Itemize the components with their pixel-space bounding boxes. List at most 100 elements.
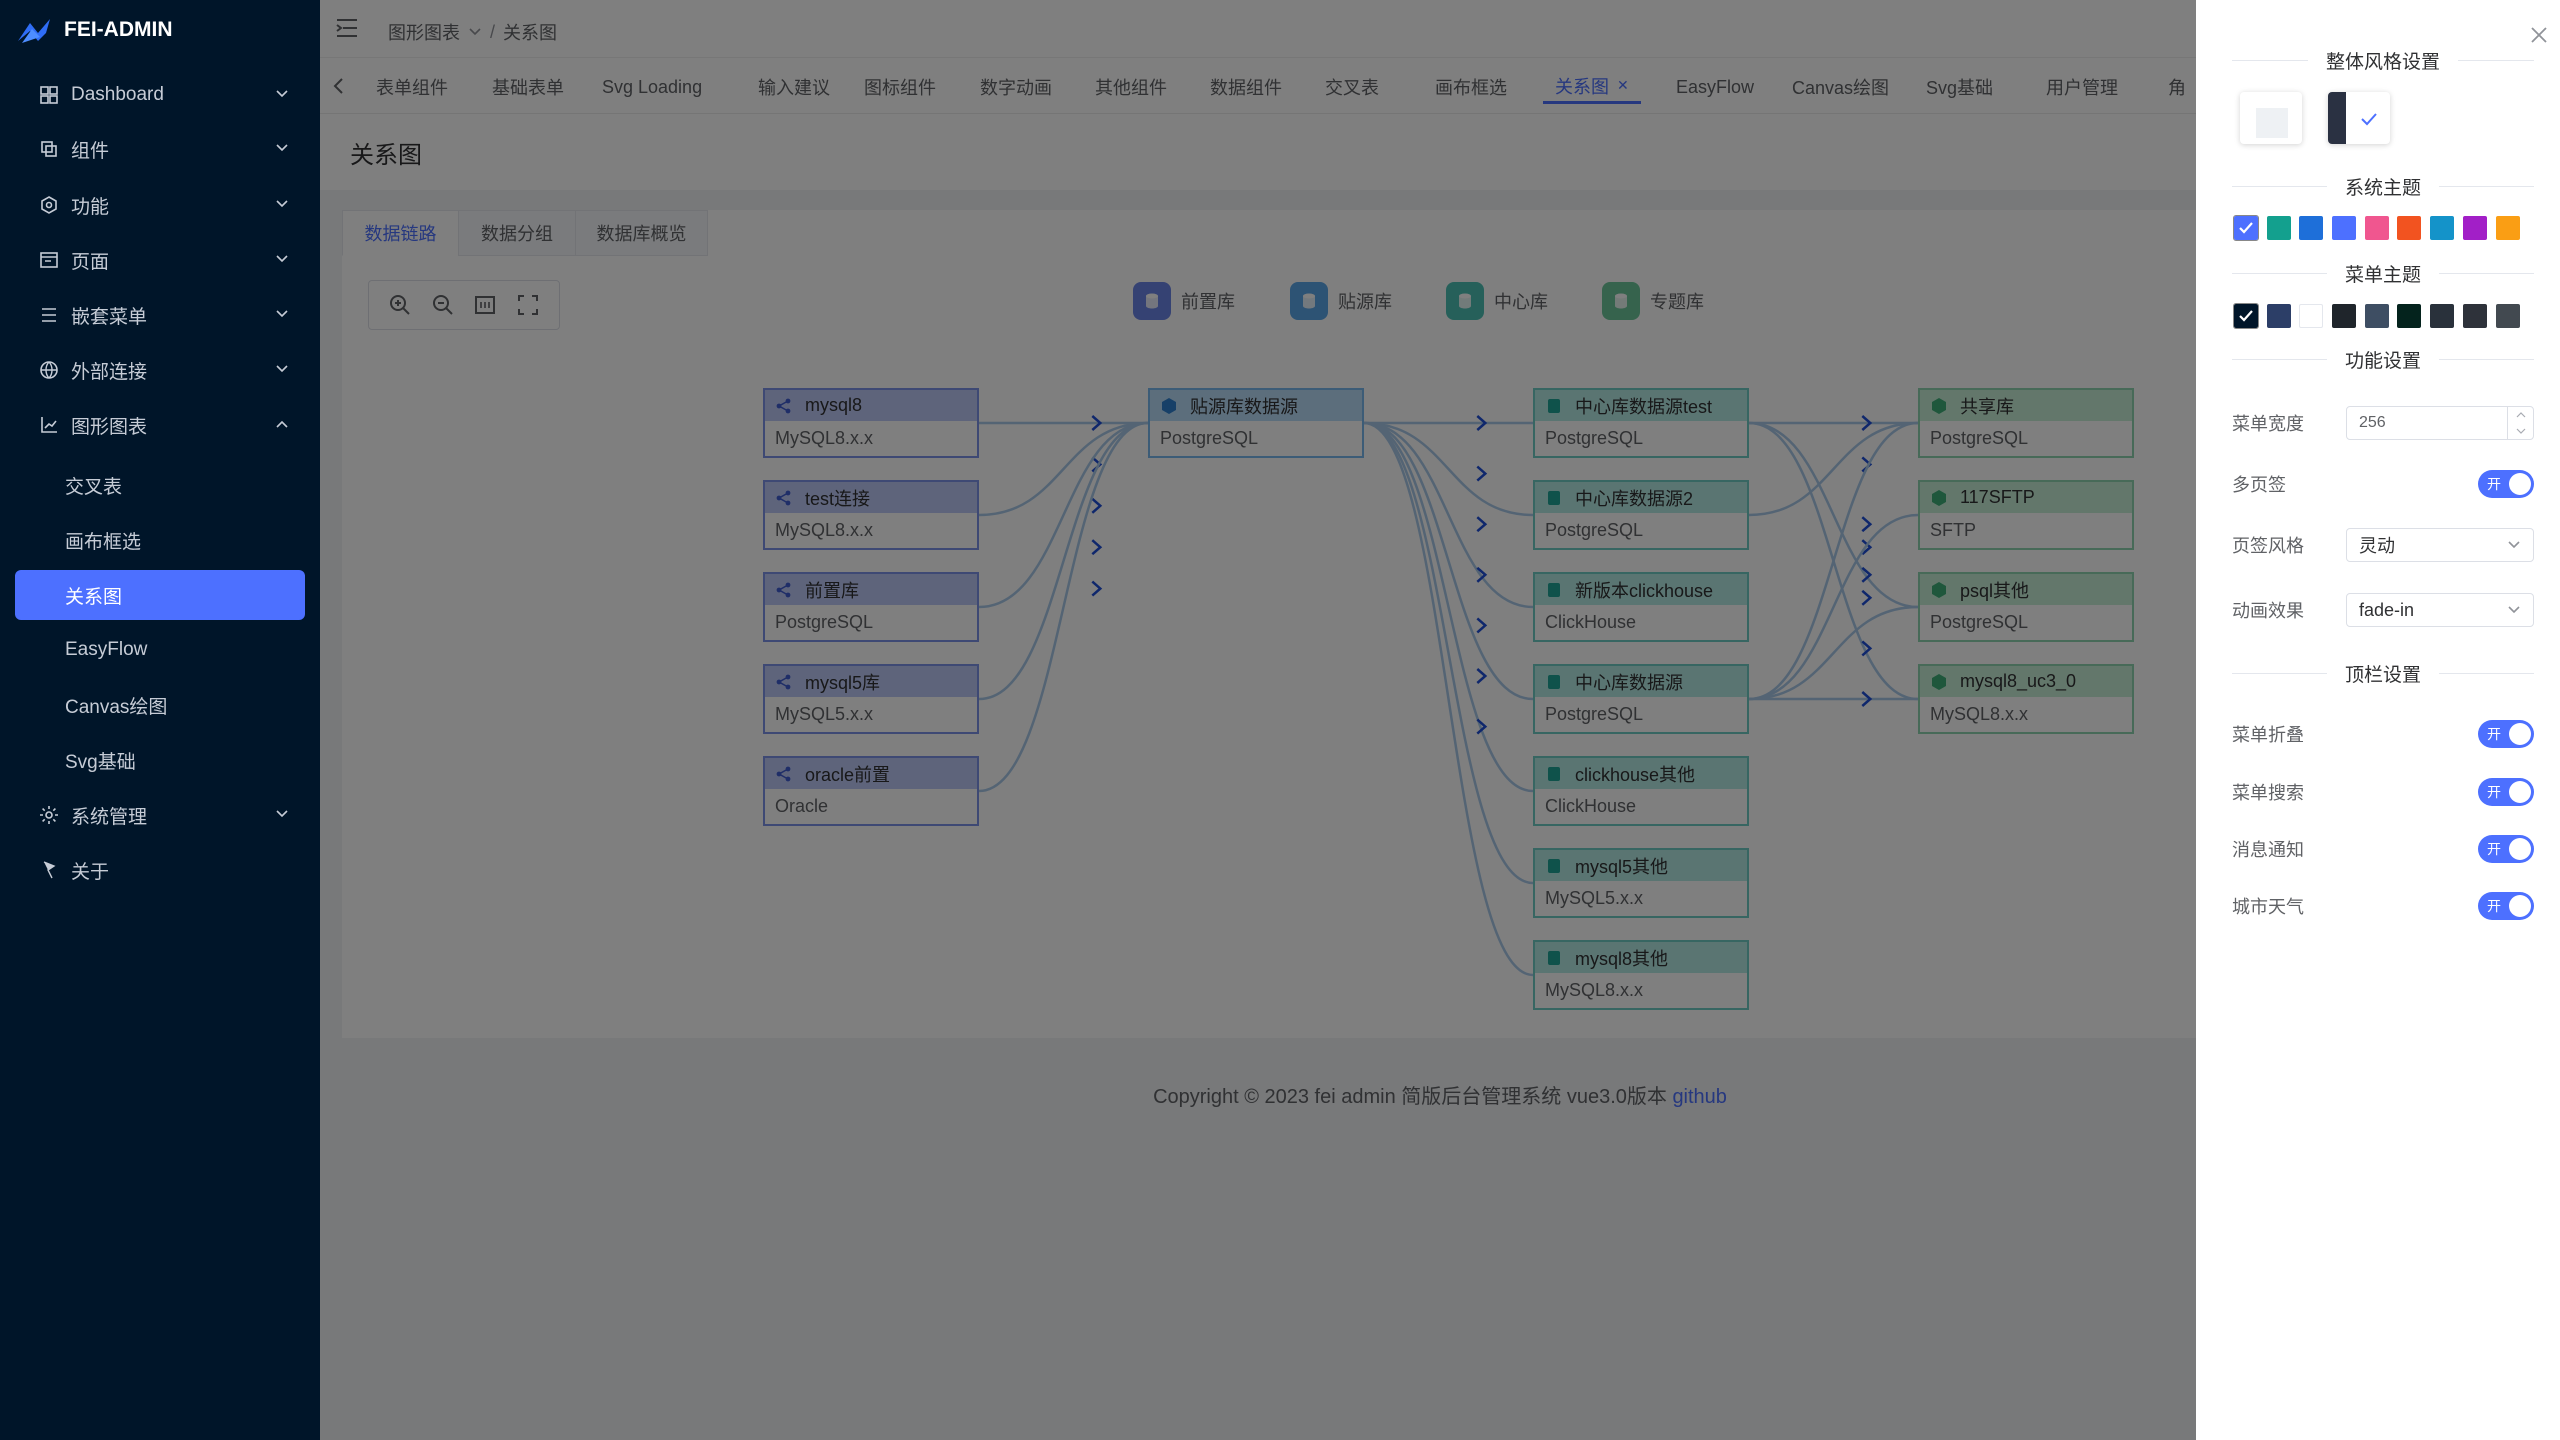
notify-label: 消息通知 <box>2232 840 2304 860</box>
chevron-down-icon <box>275 143 289 153</box>
app-logo[interactable]: FEI-ADMIN <box>16 12 173 48</box>
sidebar-item[interactable]: 外部连接 <box>15 345 305 395</box>
multi-tab-label: 多页签 <box>2232 475 2286 495</box>
menu-collapse-label: 菜单折叠 <box>2232 725 2304 745</box>
drawer-overlay[interactable] <box>320 0 2196 1440</box>
menu-width-value: 256 <box>2359 414 2386 431</box>
system-theme-swatch[interactable] <box>2462 216 2487 240</box>
weather-switch[interactable]: 开 <box>2478 892 2534 920</box>
chevron-down-icon <box>2508 606 2520 614</box>
animation-select[interactable]: fade-in <box>2346 593 2534 627</box>
sidebar-item-label: Svg基础 <box>65 751 136 773</box>
chevron-up-icon[interactable] <box>2516 412 2526 418</box>
system-theme-swatch[interactable] <box>2332 216 2357 240</box>
system-theme-swatch[interactable] <box>2364 216 2389 240</box>
menu-theme-swatch[interactable] <box>2495 304 2520 328</box>
menu-theme-swatch[interactable] <box>2364 304 2389 328</box>
sidebar-item-label: 图形图表 <box>71 416 148 438</box>
sidebar-item[interactable]: 系统管理 <box>15 790 305 840</box>
menu-icon <box>39 305 59 325</box>
sidebar-item[interactable]: 页面 <box>15 235 305 285</box>
menu-theme-swatch[interactable] <box>2430 304 2455 328</box>
system-theme-swatch[interactable] <box>2495 216 2520 240</box>
flag-icon <box>39 860 59 880</box>
system-theme-swatches <box>2233 215 2528 241</box>
menu-search-switch[interactable]: 开 <box>2478 778 2534 806</box>
system-theme-swatch[interactable] <box>2299 216 2324 240</box>
app-name: FEI-ADMIN <box>64 18 173 41</box>
check-icon <box>2239 310 2253 322</box>
style-dark-card[interactable] <box>2328 92 2390 144</box>
sidebar-item[interactable]: 交叉表 <box>15 460 305 510</box>
component-icon <box>39 139 59 159</box>
sidebar-item-label: 页面 <box>71 251 110 273</box>
sidebar-item-label: Canvas绘图 <box>65 696 168 718</box>
sidebar-item-label: Dashboard <box>71 84 164 105</box>
sidebar: FEI-ADMIN Dashboard 组件功能页面嵌套菜单 外部连接图形图表交叉表… <box>0 0 320 1440</box>
sidebar-item[interactable]: 组件 <box>15 124 305 174</box>
menu-theme-swatch[interactable] <box>2266 304 2291 328</box>
chevron-down-icon <box>275 199 289 209</box>
sidebar-item[interactable]: 嵌套菜单 <box>15 290 305 340</box>
sidebar-item-label: 交叉表 <box>65 476 123 498</box>
tab-style-select[interactable]: 灵动 <box>2346 528 2534 562</box>
sidebar-item[interactable]: 关于 <box>15 845 305 895</box>
chevron-down-icon <box>275 809 289 819</box>
overall-style-title: 整体风格设置 <box>2326 51 2441 73</box>
menu-theme-swatch[interactable] <box>2397 304 2422 328</box>
chart-icon <box>39 415 59 435</box>
check-icon <box>2361 113 2377 126</box>
system-theme-swatch[interactable] <box>2233 215 2259 241</box>
sidebar-item[interactable]: 图形图表 <box>15 400 305 450</box>
system-theme-swatch[interactable] <box>2430 216 2455 240</box>
menu-width-row: 菜单宽度 256 <box>2232 405 2534 441</box>
menu-theme-swatch[interactable] <box>2332 304 2357 328</box>
weather-row: 城市天气 开 <box>2232 888 2534 924</box>
menu-theme-swatches <box>2233 303 2528 329</box>
menu-search-row: 菜单搜索 开 <box>2232 774 2534 810</box>
sidebar-item[interactable]: Canvas绘图 <box>15 680 305 730</box>
animation-value: fade-in <box>2359 599 2415 620</box>
notify-switch[interactable]: 开 <box>2478 835 2534 863</box>
function-divider: 功能设置 <box>2232 347 2534 372</box>
menu-theme-title: 菜单主题 <box>2345 264 2422 286</box>
settings-drawer: 整体风格设置 系统主题 菜单主题 功能设置 菜单宽度 256 多页签 开 页签风… <box>2196 0 2560 1440</box>
sidebar-item-label: 关于 <box>71 861 110 883</box>
page-icon <box>39 250 59 270</box>
system-theme-swatch[interactable] <box>2397 216 2422 240</box>
notify-row: 消息通知 开 <box>2232 831 2534 867</box>
dashboard-icon <box>39 85 59 105</box>
sidebar-item-label: 画布框选 <box>65 531 142 553</box>
system-theme-swatch[interactable] <box>2266 216 2291 240</box>
sidebar-item[interactable]: Svg基础 <box>15 735 305 785</box>
switch-on-text: 开 <box>2487 476 2501 492</box>
system-theme-divider: 系统主题 <box>2232 174 2534 199</box>
sidebar-item[interactable]: 关系图 <box>15 570 305 620</box>
tab-style-label: 页签风格 <box>2232 536 2304 556</box>
switch-on-text: 开 <box>2487 784 2501 800</box>
topbar-divider: 顶栏设置 <box>2232 661 2534 686</box>
animation-label: 动画效果 <box>2232 601 2304 621</box>
multi-tab-switch[interactable]: 开 <box>2478 470 2534 498</box>
system-theme-title: 系统主题 <box>2345 177 2422 199</box>
style-light-card[interactable] <box>2240 92 2302 144</box>
weather-label: 城市天气 <box>2232 897 2304 917</box>
chevron-up-icon <box>275 419 289 429</box>
menu-width-stepper[interactable] <box>2507 407 2533 439</box>
chevron-down-icon[interactable] <box>2516 428 2526 434</box>
sidebar-item[interactable]: Dashboard <box>15 70 305 120</box>
animation-row: 动画效果 fade-in <box>2232 592 2534 628</box>
close-icon[interactable] <box>2528 24 2550 46</box>
sidebar-item[interactable]: 功能 <box>15 180 305 230</box>
sidebar-item[interactable]: 画布框选 <box>15 515 305 565</box>
sidebar-item[interactable]: EasyFlow <box>15 625 305 675</box>
menu-collapse-row: 菜单折叠 开 <box>2232 716 2534 752</box>
globe-icon <box>39 360 59 380</box>
menu-theme-swatch[interactable] <box>2233 303 2259 329</box>
menu-width-input[interactable]: 256 <box>2346 406 2534 440</box>
menu-theme-swatch[interactable] <box>2462 304 2487 328</box>
menu-collapse-switch[interactable]: 开 <box>2478 720 2534 748</box>
check-icon <box>2239 222 2253 234</box>
menu-theme-swatch[interactable] <box>2299 304 2324 328</box>
sidebar-item-label: 关系图 <box>65 586 123 608</box>
